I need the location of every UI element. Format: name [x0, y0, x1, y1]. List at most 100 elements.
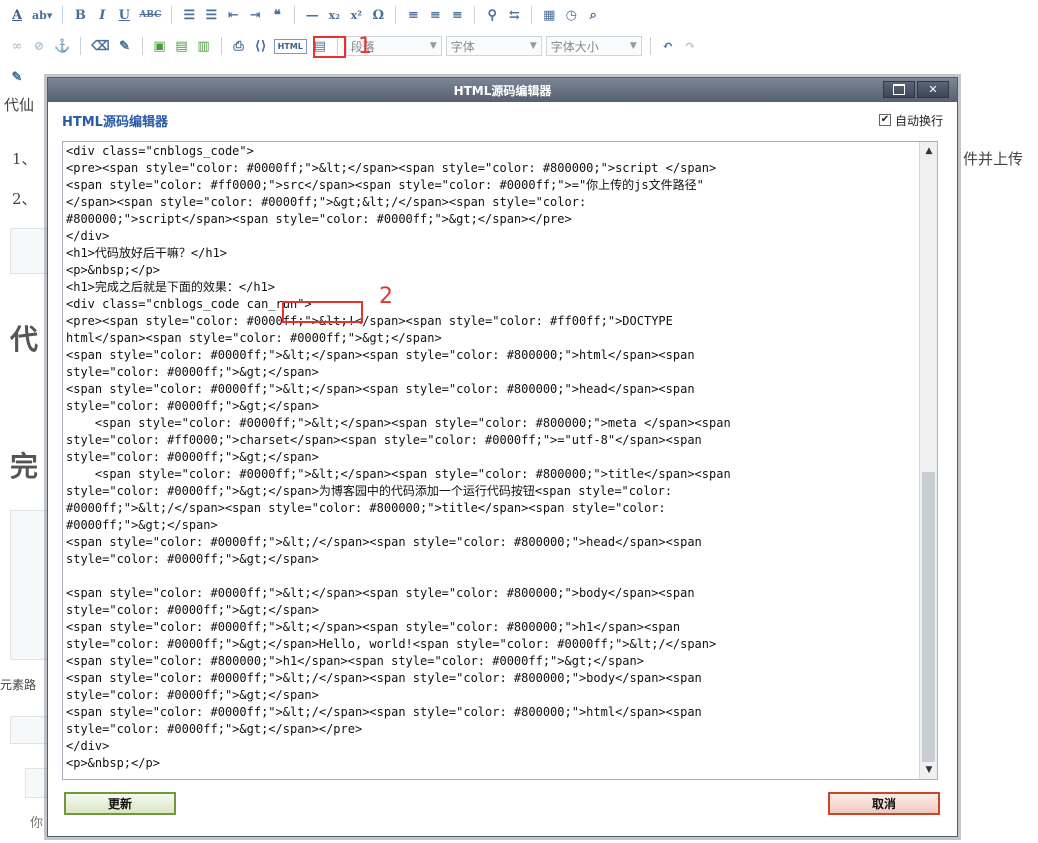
- insert-picture-icon[interactable]: ▤: [173, 36, 191, 56]
- font-select-value: 字体: [450, 39, 475, 54]
- bg-panel-footer: [10, 716, 50, 744]
- edit-icon[interactable]: ✎: [8, 67, 26, 87]
- insert-image-icon[interactable]: ▣: [151, 36, 169, 56]
- strikethrough-icon[interactable]: ABC: [137, 5, 163, 25]
- numbered-list-icon[interactable]: ☰: [202, 5, 220, 25]
- bg-text-7: 件并上传: [963, 150, 1024, 168]
- find-icon[interactable]: ⚲: [483, 5, 501, 25]
- subscript-icon[interactable]: x₂: [325, 5, 343, 25]
- bold-icon[interactable]: B: [71, 5, 89, 25]
- toolbar-separator: [80, 37, 82, 55]
- code-line: <span style="color: #ff0000;">src</span>…: [66, 178, 704, 192]
- toolbar-separator: [294, 6, 296, 24]
- toolbar-separator: [649, 37, 651, 55]
- superscript-icon[interactable]: x²: [347, 5, 365, 25]
- code-line: <span style="color: #0000ff;">&lt;/</spa…: [66, 705, 702, 719]
- toolbar-separator: [531, 6, 533, 24]
- vertical-scrollbar[interactable]: ▲ ▼: [919, 142, 937, 779]
- toolbar-separator: [62, 6, 64, 24]
- html-source-button[interactable]: HTML: [273, 38, 307, 54]
- link-icon[interactable]: ∞: [8, 36, 26, 56]
- insert-media-icon[interactable]: ▥: [195, 36, 213, 56]
- annotation-number-1: 1: [358, 34, 372, 59]
- code-line: style="color: #ff0000;">charset</span><s…: [66, 433, 702, 447]
- toolbar-separator: [171, 6, 173, 24]
- chevron-down-icon: ▼: [529, 41, 537, 51]
- blockquote-icon[interactable]: ❝: [268, 5, 286, 25]
- outdent-icon[interactable]: ⇤: [224, 5, 242, 25]
- auto-wrap-checkbox[interactable]: ✔: [878, 114, 891, 126]
- align-left-icon[interactable]: ≡: [404, 5, 422, 25]
- annotation-box-2: [282, 301, 363, 323]
- time-icon[interactable]: ◷: [562, 5, 580, 25]
- indent-icon[interactable]: ⇥: [246, 5, 264, 25]
- eraser-icon[interactable]: ⌫: [89, 36, 111, 56]
- unlink-icon[interactable]: ⊘: [30, 36, 48, 56]
- dialog-titlebar[interactable]: HTML源码编辑器 ✕: [48, 78, 957, 102]
- code-line: <span style="color: #800000;">h1</span><…: [66, 654, 644, 668]
- code-line: <h1>代码放好后干嘛？</h1>: [66, 246, 228, 260]
- scrollbar-thumb[interactable]: [922, 472, 935, 762]
- font-color-icon[interactable]: A: [8, 5, 26, 25]
- align-center-icon[interactable]: ≡: [426, 5, 444, 25]
- code-line: <pre><span style="color: #0000ff;">&lt;<…: [66, 161, 717, 175]
- cancel-button[interactable]: 取消: [828, 792, 940, 815]
- bg-text-1: 代仙: [4, 96, 35, 114]
- font-size-select[interactable]: 字体大小 ▼: [545, 36, 642, 56]
- dialog-window-title: HTML源码编辑器: [453, 83, 552, 98]
- bulleted-list-icon[interactable]: ☰: [180, 5, 198, 25]
- source-code-textarea[interactable]: <div class="cnblogs_code"> <pre><span sty…: [62, 141, 938, 780]
- horizontal-rule-icon[interactable]: —: [303, 5, 321, 25]
- undo-icon[interactable]: ↶: [659, 36, 677, 56]
- bg-text-6: 元素路: [0, 678, 37, 692]
- italic-icon[interactable]: I: [93, 5, 111, 25]
- auto-wrap-option[interactable]: ✔ 自动换行: [878, 112, 943, 129]
- source-code-content: <div class="cnblogs_code"> <pre><span sty…: [66, 143, 915, 779]
- chevron-down-icon: ▼: [629, 41, 637, 51]
- code-line: style="color: #0000ff;">&gt;</span>: [66, 688, 319, 702]
- code-line: <pre><span style="color: #0000ff;">&lt;!…: [66, 314, 673, 328]
- dialog-heading: HTML源码编辑器: [62, 114, 168, 130]
- toolbar-separator: [395, 6, 397, 24]
- scroll-down-icon[interactable]: ▼: [920, 761, 937, 779]
- annotation-number-2: 2: [379, 284, 393, 309]
- code-line: <span style="color: #0000ff;">&lt;/</spa…: [66, 535, 702, 549]
- code-line: <p>&nbsp;</p>: [66, 756, 160, 770]
- insert-code-icon[interactable]: ⟨⟩: [252, 36, 270, 56]
- highlight-color-icon[interactable]: ab▾: [30, 5, 54, 25]
- code-line: </span><span style="color: #0000ff;">&gt…: [66, 195, 587, 209]
- code-line: style="color: #0000ff;">&gt;</span>: [66, 365, 319, 379]
- underline-icon[interactable]: U: [115, 5, 133, 25]
- redo-icon[interactable]: ↷: [681, 36, 699, 56]
- replace-icon[interactable]: ⇆: [505, 5, 523, 25]
- preview-icon[interactable]: ⌕: [584, 5, 602, 25]
- toolbar-separator: [220, 37, 222, 55]
- bg-code-panel: [10, 228, 50, 274]
- insert-file-icon[interactable]: ⎙: [230, 36, 248, 56]
- special-char-icon[interactable]: Ω: [369, 5, 387, 25]
- font-size-select-value: 字体大小: [550, 39, 599, 54]
- date-icon[interactable]: ▦: [540, 5, 558, 25]
- code-line: <div class="cnblogs_code">: [66, 144, 254, 158]
- close-icon[interactable]: ✕: [917, 81, 949, 98]
- bg-text-2: 1、: [12, 150, 37, 168]
- bg-text-5: 完: [10, 450, 39, 483]
- code-line: #800000;">script</span><span style="colo…: [66, 212, 572, 226]
- window-controls: ✕: [883, 81, 949, 98]
- maximize-icon[interactable]: [883, 81, 915, 98]
- font-select[interactable]: 字体 ▼: [445, 36, 542, 56]
- code-line: <div class="cnblogs_code can_run">: [66, 297, 312, 311]
- code-line: style="color: #0000ff;">&gt;</span>: [66, 450, 319, 464]
- chevron-down-icon: ▼: [429, 41, 437, 51]
- dialog-header: HTML源码编辑器 ✔ 自动换行: [48, 102, 957, 138]
- anchor-icon[interactable]: ⚓: [52, 36, 72, 56]
- code-line: html</span><span style="color: #0000ff;"…: [66, 331, 442, 345]
- scroll-up-icon[interactable]: ▲: [920, 142, 937, 160]
- code-line: </div>: [66, 739, 110, 753]
- align-right-icon[interactable]: ≡: [448, 5, 466, 25]
- code-line: style="color: #0000ff;">&gt;</span>Hello…: [66, 637, 717, 651]
- code-line: style="color: #0000ff;">&gt;</span></pre…: [66, 722, 363, 736]
- update-button[interactable]: 更新: [64, 792, 176, 815]
- format-brush-icon[interactable]: ✎: [116, 36, 134, 56]
- code-line: <span style="color: #0000ff;">&lt;</span…: [66, 382, 695, 396]
